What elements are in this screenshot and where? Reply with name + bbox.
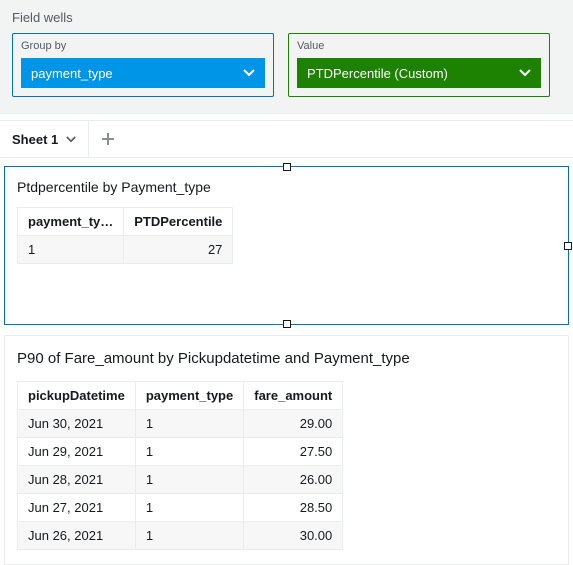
table-row: Jun 29, 2021 1 27.50 xyxy=(18,438,343,466)
ptdpercentile-table: payment_ty… PTDPercentile 1 27 xyxy=(17,207,233,264)
cell-fare: 27.50 xyxy=(244,438,343,466)
cell-payment-type: 1 xyxy=(135,410,243,438)
visual-title: Ptdpercentile by Payment_type xyxy=(17,179,556,195)
cell-date: Jun 27, 2021 xyxy=(18,494,136,522)
field-wells-row: Group by payment_type Value PTDPercentil… xyxy=(12,33,561,97)
group-by-field[interactable]: payment_type xyxy=(21,58,265,88)
cell-payment-type: 1 xyxy=(18,236,124,264)
group-by-well: Group by payment_type xyxy=(12,33,274,97)
chevron-down-icon xyxy=(66,136,76,143)
chevron-down-icon xyxy=(519,69,531,77)
cell-payment-type: 1 xyxy=(135,494,243,522)
table-row: Jun 27, 2021 1 28.50 xyxy=(18,494,343,522)
visual-ptdpercentile[interactable]: Ptdpercentile by Payment_type payment_ty… xyxy=(4,166,569,325)
cell-payment-type: 1 xyxy=(135,438,243,466)
cell-payment-type: 1 xyxy=(135,522,243,550)
cell-fare: 26.00 xyxy=(244,466,343,494)
cell-date: Jun 26, 2021 xyxy=(18,522,136,550)
value-label: Value xyxy=(297,40,541,52)
col-payment-type[interactable]: payment_type xyxy=(135,382,243,410)
cell-payment-type: 1 xyxy=(135,466,243,494)
value-well: Value PTDPercentile (Custom) xyxy=(288,33,550,97)
table-row: Jun 26, 2021 1 30.00 xyxy=(18,522,343,550)
group-by-label: Group by xyxy=(21,40,265,52)
table-header-row: payment_ty… PTDPercentile xyxy=(18,208,233,236)
cell-fare: 28.50 xyxy=(244,494,343,522)
add-sheet-icon[interactable] xyxy=(101,132,115,146)
chevron-down-icon xyxy=(243,69,255,77)
field-wells-panel: Field wells Group by payment_type Value … xyxy=(0,0,573,114)
col-pickupdatetime[interactable]: pickupDatetime xyxy=(18,382,136,410)
resize-handle-top[interactable] xyxy=(283,163,291,171)
cell-date: Jun 29, 2021 xyxy=(18,438,136,466)
sheet-tab-label: Sheet 1 xyxy=(12,132,58,147)
group-by-field-text: payment_type xyxy=(31,66,113,81)
resize-handle-right[interactable] xyxy=(564,242,572,250)
value-field[interactable]: PTDPercentile (Custom) xyxy=(297,58,541,88)
visual-p90-fare[interactable]: P90 of Fare_amount by Pickupdatetime and… xyxy=(4,335,569,565)
visual-title: P90 of Fare_amount by Pickupdatetime and… xyxy=(17,350,556,367)
sheet-canvas: Ptdpercentile by Payment_type payment_ty… xyxy=(0,166,573,565)
p90-fare-table: pickupDatetime payment_type fare_amount … xyxy=(17,381,343,550)
cell-fare: 29.00 xyxy=(244,410,343,438)
table-row: 1 27 xyxy=(18,236,233,264)
value-field-text: PTDPercentile (Custom) xyxy=(307,66,448,81)
table-header-row: pickupDatetime payment_type fare_amount xyxy=(18,382,343,410)
resize-handle-bottom[interactable] xyxy=(283,320,291,328)
sheet-tab-active[interactable]: Sheet 1 xyxy=(0,121,89,157)
cell-date: Jun 30, 2021 xyxy=(18,410,136,438)
table-row: Jun 28, 2021 1 26.00 xyxy=(18,466,343,494)
cell-fare: 30.00 xyxy=(244,522,343,550)
sheets-bar: Sheet 1 xyxy=(0,120,573,158)
cell-ptdpercentile: 27 xyxy=(124,236,233,264)
table-row: Jun 30, 2021 1 29.00 xyxy=(18,410,343,438)
cell-date: Jun 28, 2021 xyxy=(18,466,136,494)
field-wells-title: Field wells xyxy=(12,10,561,25)
col-payment-type[interactable]: payment_ty… xyxy=(18,208,124,236)
col-fare-amount[interactable]: fare_amount xyxy=(244,382,343,410)
col-ptdpercentile[interactable]: PTDPercentile xyxy=(124,208,233,236)
